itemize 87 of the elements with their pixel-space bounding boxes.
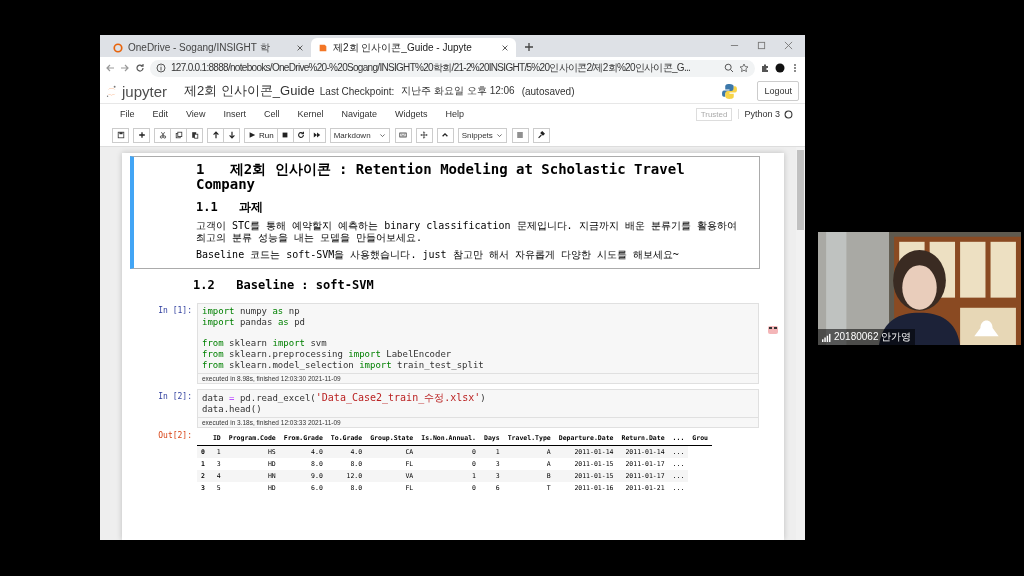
- menu-item[interactable]: File: [120, 109, 135, 119]
- paste-button[interactable]: [186, 127, 203, 143]
- caret-icon: [378, 131, 386, 139]
- close-icon[interactable]: [784, 41, 793, 50]
- crosshair-icon: [420, 131, 429, 139]
- wrench-icon: [537, 131, 546, 139]
- kernel-name[interactable]: Python 3: [738, 109, 780, 119]
- output-prompt: Out[2]:: [157, 429, 193, 440]
- snippets-dropdown[interactable]: Snippets: [457, 127, 507, 143]
- browser-tab[interactable]: OneDrive - Sogang/INSIGHT 학: [106, 38, 311, 57]
- pig-face-icon: [767, 323, 779, 335]
- menu-item[interactable]: Kernel: [297, 109, 324, 119]
- code-line: from sklearn.preprocessing import LabelEncoder: [202, 348, 453, 360]
- back-icon[interactable]: [105, 63, 115, 73]
- up-arrow-icon: [211, 131, 220, 139]
- markdown-cell[interactable]: 1.2 Baseline : soft-SVM: [130, 271, 760, 299]
- add-icon: [137, 131, 146, 139]
- code-line: from sklearn import svm: [202, 337, 328, 349]
- info-icon: [156, 63, 166, 73]
- logout-button[interactable]: Logout: [757, 81, 799, 101]
- caret-icon: [495, 131, 503, 139]
- paste-icon: [190, 131, 199, 139]
- star-icon[interactable]: [739, 63, 749, 73]
- paragraph: 고객이 STC를 통해 예약할지 예측하는 binary classification 문제입니다. 지금까지 배운 분류기를 활용하여 최고의 분류 성능을 내는 모델을 만들어보세요.: [196, 219, 738, 244]
- list-icon: [516, 131, 525, 139]
- down-arrow-icon: [227, 131, 236, 139]
- subheading: 1.2 Baseline : soft-SVM: [193, 277, 375, 292]
- input-prompt: In [2]:: [157, 390, 193, 401]
- copy-icon: [174, 131, 183, 139]
- cell-type-dropdown[interactable]: Markdown: [329, 127, 390, 143]
- run-button[interactable]: Run: [244, 127, 278, 143]
- chevron-up-icon: [441, 131, 450, 139]
- address-field[interactable]: 127.0.0.1:8888/notebooks/OneDrive%20-%20Sogang/INSIGHT%20학회/21-2%20INSIGHT/5%20인사이콘2/제2회%20인사이콘_G...: [150, 59, 755, 77]
- save-button[interactable]: [112, 127, 129, 143]
- planet-icon: [106, 83, 117, 99]
- cloud-icon: [113, 42, 123, 53]
- url-text: 127.0.0.1:8888/notebooks/OneDrive%20-%20Sogang/INSIGHT%20학회/21-2%20INSIGHT/5%20인사이콘2/제2회%20인사이콘_G...: [171, 61, 692, 75]
- down-arrow-button[interactable]: [223, 127, 240, 143]
- forward-icon[interactable]: [120, 63, 130, 73]
- code-line: import numpy as np: [202, 305, 301, 317]
- keyboard-button[interactable]: [394, 127, 412, 143]
- zoom-icon[interactable]: [724, 63, 734, 73]
- reload-icon[interactable]: [135, 63, 145, 73]
- jupyter-logo[interactable]: jupyter: [122, 82, 168, 100]
- markdown-cell[interactable]: [130, 156, 760, 269]
- browser-tab[interactable]: 제2회 인사이콘_Guide - Jupyte: [311, 38, 516, 57]
- kernel-idle-icon: [784, 109, 793, 119]
- cut-icon: [158, 131, 167, 139]
- puzzle-icon[interactable]: [760, 63, 770, 73]
- notebook-title[interactable]: 제2회 인사이콘_Guide: [184, 82, 315, 100]
- keyboard-icon: [399, 131, 408, 139]
- menu-item[interactable]: Cell: [263, 109, 280, 119]
- menu-item[interactable]: View: [186, 109, 206, 119]
- play-icon: [248, 131, 256, 139]
- snake-logo-icon: [721, 82, 739, 100]
- book-icon: [318, 42, 328, 53]
- checkpoint-label: Last Checkpoint:: [319, 85, 395, 97]
- code-line: import pandas as pd: [202, 316, 306, 328]
- profile-icon[interactable]: [775, 63, 785, 73]
- heading: 1 제2회 인사이콘 : Retention Modeling at Scholastic Travel Company: [196, 162, 686, 193]
- menu-item[interactable]: Help: [445, 109, 464, 119]
- maximize-icon[interactable]: [757, 41, 766, 50]
- collapse-button[interactable]: [436, 127, 454, 143]
- new-tab-icon[interactable]: [524, 42, 534, 52]
- signal-icon: [822, 332, 831, 342]
- fast-forward-icon: [313, 131, 322, 139]
- restart-icon: [297, 131, 306, 139]
- close-icon[interactable]: [501, 43, 509, 52]
- participant-name: 20180062 안가영: [834, 330, 912, 344]
- code-line: data = pd.read_excel('Data_Case2_train_수정.xlsx'): [202, 391, 487, 404]
- menu-item[interactable]: Edit: [152, 109, 169, 119]
- autosave-status: (autosaved): [521, 85, 575, 97]
- menu-item[interactable]: Insert: [223, 109, 246, 119]
- code-line: data.head(): [202, 403, 263, 415]
- menu-item[interactable]: Navigate: [341, 109, 377, 119]
- wrench-button[interactable]: [532, 127, 550, 143]
- add-button[interactable]: [133, 127, 150, 143]
- menu-item[interactable]: Widgets: [394, 109, 428, 119]
- subheading: 1.1 과제: [196, 198, 265, 216]
- checkpoint-time: 지난주 화요일 오후 12:06: [401, 84, 515, 98]
- input-prompt: In [1]:: [157, 304, 193, 315]
- close-icon[interactable]: [296, 43, 304, 52]
- paragraph: Baseline 코드는 soft-SVM을 사용했습니다. just 참고만 해서 자유롭게 다양한 시도를 해보세요~: [196, 248, 680, 261]
- move-button[interactable]: [415, 127, 433, 143]
- save-icon: [116, 131, 125, 139]
- code-line: from sklearn.model_selection import train_test_split: [202, 359, 485, 371]
- stop-icon: [281, 131, 290, 139]
